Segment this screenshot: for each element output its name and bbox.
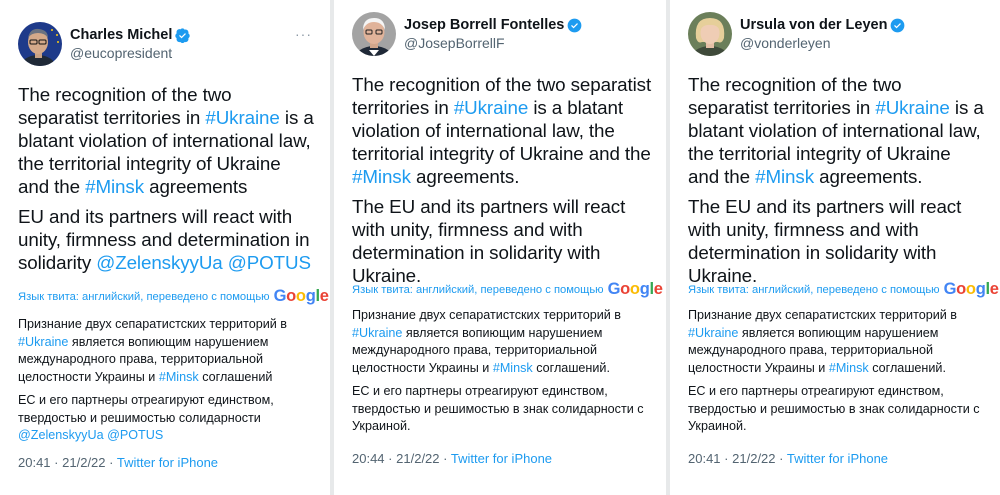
hashtag-or-mention-link[interactable]: #Ukraine: [18, 335, 68, 349]
translated-text: Признание двух сепаратистских территорий…: [352, 307, 658, 442]
hashtag-or-mention-link[interactable]: @ZelenskyyUa: [18, 428, 104, 442]
translated-paragraph: Признание двух сепаратистских территорий…: [688, 307, 992, 377]
text-segment: соглашений: [198, 369, 273, 384]
hashtag-or-mention-link[interactable]: #Ukraine: [352, 326, 402, 340]
tweet-source-link[interactable]: Twitter for iPhone: [451, 451, 552, 466]
hashtag-or-mention-link[interactable]: #Minsk: [829, 361, 869, 375]
tweet-meta: 20:41 · 21/2/22 · Twitter for iPhone: [688, 451, 889, 466]
translated-paragraph: ЕС и его партнеры отреагируют единством,…: [18, 392, 322, 445]
text-segment: The recognition of the two separatist te…: [18, 84, 232, 128]
tweet-paragraph: The recognition of the two separatist te…: [352, 73, 652, 188]
more-options-icon[interactable]: ···: [295, 26, 312, 42]
user-handle[interactable]: @JosepBorrellF: [404, 35, 582, 51]
portrait-man-glasses-eu-flag-icon: [18, 22, 62, 66]
text-segment: соглашений.: [532, 360, 610, 375]
text-segment: The EU and its partners will react with …: [352, 196, 626, 286]
hashtag-or-mention-link[interactable]: #Minsk: [352, 166, 411, 187]
text-segment: ЕС и его партнеры отреагируют единством,…: [18, 393, 274, 425]
hashtag-or-mention-link[interactable]: #Minsk: [85, 176, 144, 197]
display-name[interactable]: Josep Borrell Fontelles: [404, 17, 582, 33]
text-segment: agreements: [143, 176, 248, 197]
translated-paragraph: Признание двух сепаратистских территорий…: [18, 316, 322, 386]
hashtag-or-mention-link[interactable]: #Ukraine: [454, 97, 528, 118]
tweet-card-ursula-von-der-leyen: Ursula von der Leyen @vonderleyen The re…: [670, 0, 1000, 495]
tweet-paragraph: The EU and its partners will react with …: [688, 195, 986, 287]
text-segment: agreements.: [813, 166, 923, 187]
tweet-time[interactable]: 20:41: [18, 455, 51, 470]
display-name[interactable]: Ursula von der Leyen: [740, 17, 905, 33]
tweet-source-link[interactable]: Twitter for iPhone: [117, 455, 218, 470]
verified-badge-icon: [891, 18, 905, 32]
text-segment: Признание двух сепаратистских территорий…: [18, 317, 287, 331]
tweet-paragraph: The recognition of the two separatist te…: [688, 73, 986, 188]
portrait-man-white-hair-icon: [352, 12, 396, 56]
hashtag-or-mention-link[interactable]: #Minsk: [159, 370, 199, 384]
hashtag-or-mention-link[interactable]: #Minsk: [493, 361, 533, 375]
tweet-time[interactable]: 20:41: [688, 451, 721, 466]
text-segment: ЕС и его партнеры отреагируют единством,…: [352, 384, 644, 433]
hashtag-or-mention-link[interactable]: @ZelenskyyUa: [96, 252, 223, 273]
translated-paragraph: Признание двух сепаратистских территорий…: [352, 307, 658, 377]
translated-paragraph: ЕС и его партнеры отреагируют единством,…: [688, 383, 992, 436]
tweet-meta: 20:41 · 21/2/22 · Twitter for iPhone: [18, 455, 219, 470]
tweet-paragraph: The recognition of the two separatist te…: [18, 83, 316, 198]
hashtag-or-mention-link[interactable]: #Minsk: [755, 166, 814, 187]
display-name[interactable]: Charles Michel: [70, 27, 191, 43]
tweet-card-josep-borrell: Josep Borrell Fontelles @JosepBorrellF T…: [334, 0, 666, 495]
tweet-text: The recognition of the two separatist te…: [688, 73, 986, 294]
translation-label[interactable]: Язык твита: английский, переведено с пом…: [688, 280, 999, 299]
hashtag-or-mention-link[interactable]: #Ukraine: [688, 326, 738, 340]
translated-text: Признание двух сепаратистских территорий…: [18, 316, 322, 451]
hashtag-or-mention-link[interactable]: @POTUS: [228, 252, 311, 273]
tweet-time[interactable]: 20:44: [352, 451, 385, 466]
tweet-paragraph: The EU and its partners will react with …: [352, 195, 652, 287]
hashtag-or-mention-link[interactable]: @POTUS: [107, 428, 163, 442]
verified-badge-icon: [175, 27, 191, 43]
translation-label[interactable]: Язык твита: английский, переведено с пом…: [352, 280, 663, 299]
tweet-meta: 20:44 · 21/2/22 · Twitter for iPhone: [352, 451, 553, 466]
text-segment: ЕС и его партнеры отреагируют единством,…: [688, 384, 980, 433]
translated-text: Признание двух сепаратистских территорий…: [688, 307, 992, 442]
translation-label[interactable]: Язык твита: английский, переведено с пом…: [18, 287, 329, 306]
tweet-text: The recognition of the two separatist te…: [18, 83, 316, 281]
translated-paragraph: ЕС и его партнеры отреагируют единством,…: [352, 383, 658, 436]
tweet-header: Charles Michel @eucopresident ···: [18, 22, 312, 66]
google-logo: Google: [607, 280, 663, 298]
text-segment: The EU and its partners will react with …: [688, 196, 962, 286]
tweet-source-link[interactable]: Twitter for iPhone: [787, 451, 888, 466]
text-segment: agreements.: [410, 166, 520, 187]
portrait-woman-blonde-icon: [688, 12, 732, 56]
tweet-date[interactable]: 21/2/22: [62, 455, 105, 470]
hashtag-or-mention-link[interactable]: #Ukraine: [875, 97, 949, 118]
text-segment: соглашений.: [868, 360, 946, 375]
text-segment: Признание двух сепаратистских территорий…: [688, 308, 957, 322]
tweet-paragraph: EU and its partners will react with unit…: [18, 205, 316, 274]
tweet-header: Josep Borrell Fontelles @JosepBorrellF: [352, 12, 648, 56]
tweet-text: The recognition of the two separatist te…: [352, 73, 652, 294]
avatar[interactable]: [18, 22, 62, 66]
tweet-date[interactable]: 21/2/22: [396, 451, 439, 466]
tweet-card-charles-michel: Charles Michel @eucopresident ··· The re…: [0, 0, 330, 495]
hashtag-or-mention-link[interactable]: #Ukraine: [205, 107, 279, 128]
tweet-header: Ursula von der Leyen @vonderleyen: [688, 12, 982, 56]
avatar[interactable]: [352, 12, 396, 56]
user-handle[interactable]: @vonderleyen: [740, 35, 905, 51]
tweet-date[interactable]: 21/2/22: [732, 451, 775, 466]
verified-badge-icon: [567, 18, 582, 32]
google-logo: Google: [273, 287, 329, 305]
text-segment: Признание двух сепаратистских территорий…: [352, 308, 621, 322]
google-logo: Google: [943, 280, 999, 298]
text-segment: The recognition of the two separatist te…: [688, 74, 902, 118]
user-handle[interactable]: @eucopresident: [70, 45, 190, 61]
avatar[interactable]: [688, 12, 732, 56]
